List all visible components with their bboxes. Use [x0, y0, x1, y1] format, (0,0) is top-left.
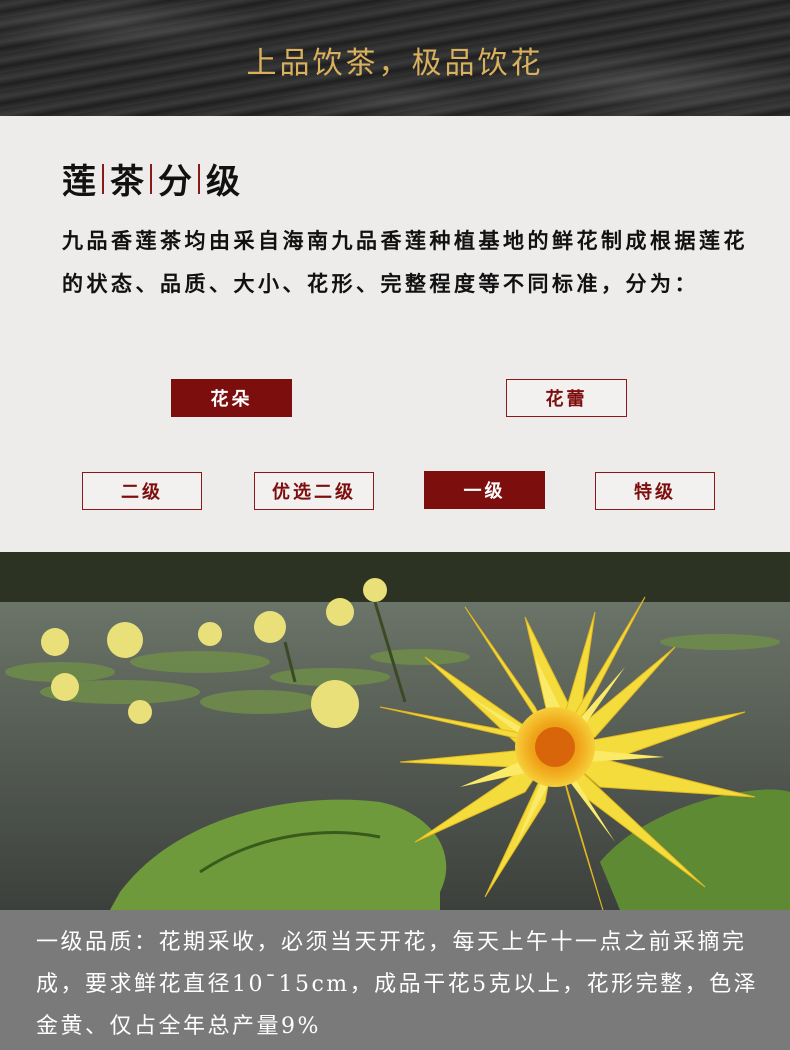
lotus-illustration — [0, 552, 790, 910]
grade-first-button[interactable]: 一级 — [424, 471, 545, 509]
grade-caption: 一级品质：花期采收，必须当天开花，每天上午十一点之前采摘完成，要求鲜花直径10ˉ… — [0, 910, 790, 1050]
flower-button[interactable]: 花朵 — [171, 379, 292, 417]
grade-second-button[interactable]: 二级 — [82, 472, 202, 510]
page: 上品饮茶，极品饮花 莲 茶 分 级 九品香莲茶均由采自海南九品香莲种植基地的鲜花… — [0, 0, 790, 1050]
header-banner: 上品饮茶，极品饮花 — [0, 0, 790, 116]
section-title-char: 级 — [206, 162, 240, 202]
section-title-char: 分 — [158, 162, 192, 202]
bud-button[interactable]: 花蕾 — [506, 379, 627, 417]
section-title-char: 莲 — [62, 162, 96, 202]
section-title: 莲 茶 分 级 — [62, 154, 246, 203]
caption-text: 一级品质：花期采收，必须当天开花，每天上午十一点之前采摘完成，要求鲜花直径10ˉ… — [36, 930, 759, 1039]
lotus-photo — [0, 552, 790, 910]
grading-description: 九品香莲茶均由采自海南九品香莲种植基地的鲜花制成根据莲花的状态、品质、大小、花形… — [62, 229, 748, 296]
grade-premium-second-button[interactable]: 优选二级 — [254, 472, 374, 510]
banner-title: 上品饮茶，极品饮花 — [246, 46, 544, 81]
section-title-char: 茶 — [110, 162, 144, 202]
grading-panel: 莲 茶 分 级 九品香莲茶均由采自海南九品香莲种植基地的鲜花制成根据莲花的状态、… — [0, 116, 790, 552]
grade-special-button[interactable]: 特级 — [595, 472, 715, 510]
